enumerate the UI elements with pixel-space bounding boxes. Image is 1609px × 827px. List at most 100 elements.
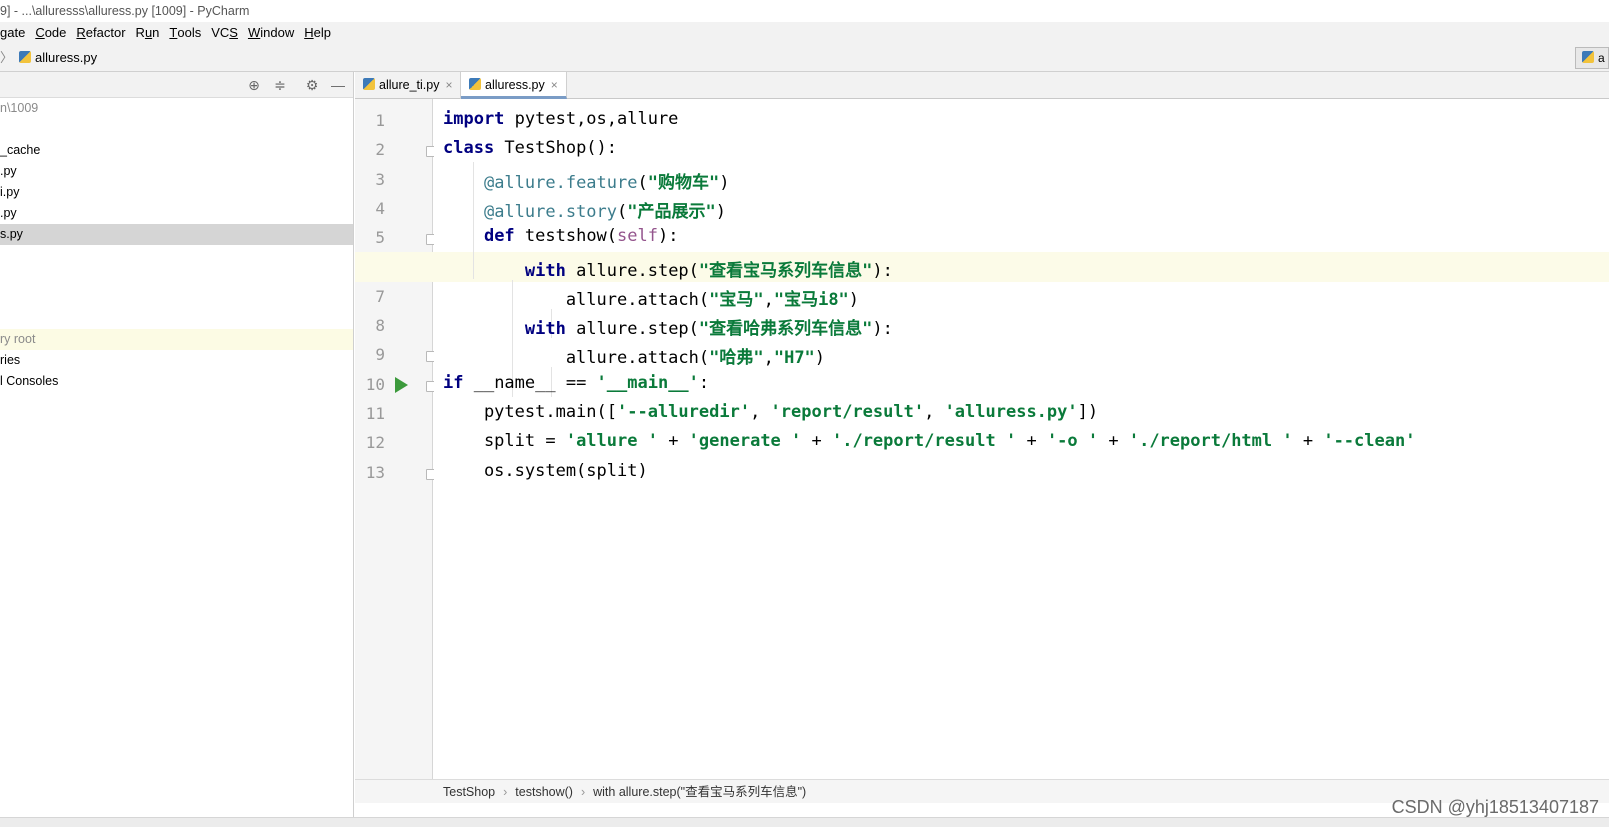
tree-item[interactable]: _cache [0,140,353,161]
tree-item[interactable] [0,245,353,266]
menu-item[interactable]: VCS [211,22,238,44]
breadcrumb-item[interactable]: testshow() [515,785,573,799]
code-token: + [1098,431,1129,452]
python-file-icon [363,78,375,90]
menu-item[interactable]: Code [35,22,66,44]
tree-item[interactable]: .py [0,161,353,182]
breadcrumb-item[interactable]: TestShop [443,785,495,799]
tree-item[interactable] [0,119,353,140]
code-token: ) [715,201,726,222]
line-number: 10 [365,374,385,394]
code-token: , [924,402,945,422]
menu-mnemonic: u [144,25,153,40]
project-panel: ⊕ ≑ ⚙ — n\1009 _cache .py i.py .py s.py ry roo… [0,72,354,817]
code-token: __name__ == [463,372,597,393]
code-token: ( [617,201,628,222]
code-token: class [443,138,495,159]
run-config-selector[interactable]: a [1575,47,1609,69]
code-line: split = 'allure ' + 'generate ' + './rep… [443,431,1416,452]
code-token: allure.step( [565,319,699,340]
code-line: @allure.feature("购物车") [443,168,730,193]
code-token: "查看哈弗系列车信息" [698,319,873,340]
code-token: + [657,431,689,452]
close-icon[interactable]: × [551,78,558,92]
code-token: split = [443,431,566,452]
tree-item[interactable] [0,308,353,329]
line-number: 11 [365,404,385,423]
editor-gutter: 12345678910111213 [355,99,437,779]
project-tree: n\1009 _cache .py i.py .py s.py ry root ries l C… [0,98,353,392]
code-line: import pytest,os,allure [443,109,678,129]
collapse-all-icon[interactable]: ≑ [271,76,289,94]
editor-tab[interactable]: alluress.py × [461,72,567,99]
locate-icon[interactable]: ⊕ [245,76,263,94]
menu-item[interactable]: Tools [169,22,201,44]
code-token: allure.step( [565,260,699,281]
tree-item[interactable]: .py [0,203,353,224]
navigation-bar: 〉 alluress.py a [0,44,1609,72]
editor-tab-bar: allure_ti.py × alluress.py × [355,72,1609,99]
line-number: 3 [375,169,385,189]
code-line: def testshow(self): [443,226,679,247]
menu-mnemonic: C [35,25,45,40]
run-icon[interactable] [395,376,408,393]
code-token: '__main__' [596,372,699,393]
tree-item[interactable] [0,287,353,308]
tree-item[interactable]: i.py [0,182,353,203]
line-number: 7 [375,286,385,306]
code-line: class TestShop(): [443,138,617,158]
tab-label: alluress.py [485,78,545,92]
code-token: "哈弗" [709,348,764,369]
code-token: with [524,260,566,281]
tree-item[interactable]: s.py [0,224,353,245]
code-area[interactable]: import pytest,os,allure class TestShop():… [355,99,1609,779]
tree-item[interactable] [0,266,353,287]
menu-item[interactable]: gate [0,22,25,44]
menu-mnemonic: T [169,25,178,40]
breadcrumb-chevron-icon: 〉 [0,50,14,65]
code-token: + [1016,431,1047,452]
menu-item[interactable]: Help [304,22,331,44]
code-token: TestShop(): [494,138,618,159]
tree-item[interactable]: ry root [0,329,353,350]
code-token: testshow( [514,226,618,247]
breadcrumb-separator-icon: › [580,785,586,799]
tree-item[interactable]: n\1009 [0,98,353,119]
breadcrumb-item[interactable]: with allure.step("查看宝马系列车信息") [593,785,806,799]
code-token: @allure.feature [483,172,638,193]
code-line: allure.attach("哈弗","H7") [443,343,825,368]
run-config-label: a [1598,51,1605,65]
menu-item[interactable]: Refactor [76,22,125,44]
editor-tab[interactable]: allure_ti.py × [355,72,462,99]
code-token: allure.attach( [443,348,710,369]
code-token: ): [872,319,893,340]
gear-icon[interactable]: ⚙ [303,76,321,94]
code-token: if [443,372,464,393]
line-number: 13 [365,462,385,482]
hide-panel-icon[interactable]: — [329,76,347,94]
close-icon[interactable]: × [445,78,452,92]
code-token: + [801,431,832,452]
breadcrumb-file[interactable]: alluress.py [35,50,97,65]
code-token: @allure.story [483,201,618,222]
python-file-icon [469,78,481,90]
code-token: pytest.main([ [443,402,617,422]
code-token: , [750,402,771,422]
code-token: './report/result ' [831,431,1017,452]
code-token: with [524,319,566,340]
line-number: 8 [375,316,385,336]
code-token: ( [637,172,648,193]
code-token: ): [657,226,679,247]
menu-item[interactable]: Window [248,22,294,44]
code-token: 'allure ' [565,431,658,452]
code-line: with allure.step("查看哈弗系列车信息"): [443,314,893,339]
menu-item[interactable]: Run [136,22,160,44]
line-number: 2 [375,140,385,160]
tree-item[interactable]: ries [0,350,353,371]
code-token: 'generate ' [688,431,802,452]
tree-item[interactable]: l Consoles [0,371,353,392]
code-token: ): [872,260,893,281]
code-token: "H7" [773,348,815,369]
